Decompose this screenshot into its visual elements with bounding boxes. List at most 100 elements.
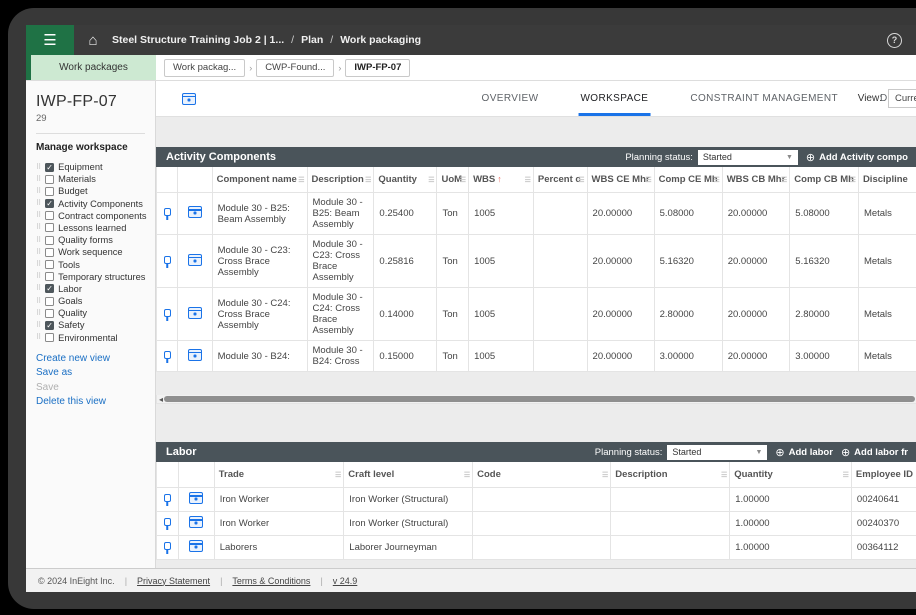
drag-handle-icon[interactable]: ⠿ [36,322,41,329]
checkbox[interactable] [45,211,54,220]
filter-icon[interactable]: ☰ [578,176,584,184]
labor-row[interactable]: Iron Worker Iron Worker (Structural) 1.0… [157,488,916,512]
terms-conditions-link[interactable]: Terms & Conditions [232,576,310,586]
pin-icon[interactable] [164,351,171,359]
filter-icon[interactable]: ☰ [298,176,304,184]
checkbox[interactable] [45,297,54,306]
filter-icon[interactable]: ☰ [464,471,470,479]
checkbox[interactable] [45,223,54,232]
save-as-link[interactable]: Save as [36,367,155,378]
col-percent-complete[interactable]: Percent c☰ [533,167,587,193]
sidebar-item-work-sequence[interactable]: ⠿Work sequence [36,247,155,257]
checkbox[interactable] [45,199,54,208]
pin-icon[interactable] [164,208,171,216]
calendar-add-icon[interactable] [188,307,202,319]
checkbox[interactable] [45,309,54,318]
drag-handle-icon[interactable]: ⠿ [36,310,41,317]
sidebar-item-labor[interactable]: ⠿Labor [36,284,155,294]
col-component-name[interactable]: Component name☰ [212,167,307,193]
drag-handle-icon[interactable]: ⠿ [36,212,41,219]
sidebar-item-safety[interactable]: ⠿Safety [36,320,155,330]
calendar-add-icon[interactable] [188,349,202,361]
sidebar-item-budget[interactable]: ⠿Budget [36,186,155,196]
sidebar-item-activity-components[interactable]: ⠿Activity Components [36,199,155,209]
scroll-left-icon[interactable]: ◂ [159,395,163,404]
drag-handle-icon[interactable]: ⠿ [36,164,41,171]
drag-handle-icon[interactable]: ⠿ [36,176,41,183]
filter-icon[interactable]: ☰ [428,176,434,184]
filter-icon[interactable]: ☰ [602,471,608,479]
col-code[interactable]: Code☰ [473,462,611,488]
sidebar-item-tools[interactable]: ⠿Tools [36,260,155,270]
drag-handle-icon[interactable]: ⠿ [36,237,41,244]
scrollbar-thumb[interactable] [164,396,915,402]
crumb-chip-iwp[interactable]: IWP-FP-07 [345,59,410,77]
checkbox[interactable] [45,163,54,172]
checkbox[interactable] [45,187,54,196]
col-trade[interactable]: Trade☰ [214,462,344,488]
drag-handle-icon[interactable]: ⠿ [36,249,41,256]
activity-row[interactable]: Module 30 - B24: Module 30 - B24: Cross … [157,341,916,372]
breadcrumb-project[interactable]: Steel Structure Training Job 2 | 1... [112,34,284,46]
col-comp-cb-mhr[interactable]: Comp CB Mh☰ [790,167,859,193]
checkbox[interactable] [45,333,54,342]
tab-constraint-management[interactable]: CONSTRAINT MANAGEMENT [688,82,840,116]
col-description[interactable]: Description☰ [307,167,374,193]
help-button[interactable]: ? [887,33,902,48]
labor-row[interactable]: Laborers Laborer Journeyman 1.00000 0036… [157,536,916,560]
drag-handle-icon[interactable]: ⠿ [36,298,41,305]
pin-icon[interactable] [164,518,171,526]
sidebar-item-materials[interactable]: ⠿Materials [36,174,155,184]
calendar-icon[interactable] [182,93,196,105]
drag-handle-icon[interactable]: ⠿ [36,261,41,268]
planning-status-dropdown[interactable]: Started ▼ [667,445,767,460]
drag-handle-icon[interactable]: ⠿ [36,334,41,341]
activity-row[interactable]: Module 30 - C24: Cross Brace Assembly Mo… [157,288,916,341]
checkbox[interactable] [45,272,54,281]
filter-icon[interactable]: ☰ [335,471,341,479]
col-quantity[interactable]: Quantity☰ [730,462,852,488]
sidebar-item-contract-components[interactable]: ⠿Contract components [36,211,155,221]
calendar-add-icon[interactable] [188,254,202,266]
checkbox[interactable] [45,321,54,330]
add-activity-component-button[interactable]: ⊕ Add Activity compo [806,151,908,164]
calendar-add-icon[interactable] [189,540,203,552]
labor-row[interactable]: Iron Worker Iron Worker (Structural) 1.0… [157,512,916,536]
sidebar-item-lessons-learned[interactable]: ⠿Lessons learned [36,223,155,233]
sidebar-item-temporary-structures[interactable]: ⠿Temporary structures [36,272,155,282]
filter-icon[interactable]: ☰ [713,176,719,184]
calendar-add-icon[interactable] [189,492,203,504]
drag-handle-icon[interactable]: ⠿ [36,273,41,280]
col-wbs-cb-mhr[interactable]: WBS CB Mhr☰ [722,167,790,193]
sidebar-item-goals[interactable]: ⠿Goals [36,296,155,306]
filter-icon[interactable]: ☰ [721,471,727,479]
filter-icon[interactable]: ☰ [525,176,531,184]
col-employee-id[interactable]: Employee ID [851,462,916,488]
col-description[interactable]: Description☰ [611,462,730,488]
breadcrumb-work-packaging[interactable]: Work packaging [340,34,421,46]
checkbox[interactable] [45,260,54,269]
planning-status-dropdown[interactable]: Started ▼ [698,150,798,165]
version-link[interactable]: v 24.9 [333,576,358,586]
tab-workspace[interactable]: WORKSPACE [578,82,650,116]
add-labor-button[interactable]: ⊕ Add labor [775,446,833,459]
col-comp-ce-mhr[interactable]: Comp CE Mh☰ [654,167,722,193]
pin-icon[interactable] [164,494,171,502]
pin-icon[interactable] [164,256,171,264]
crumb-chip-cwp[interactable]: CWP-Found... [256,59,334,77]
sidebar-item-quality[interactable]: ⠿Quality [36,308,155,318]
col-discipline[interactable]: Discipline [858,167,916,193]
filter-icon[interactable]: ☰ [645,176,651,184]
checkbox[interactable] [45,175,54,184]
drag-handle-icon[interactable]: ⠿ [36,200,41,207]
filter-icon[interactable]: ☰ [365,176,371,184]
sidebar-item-equipment[interactable]: ⠿Equipment [36,162,155,172]
col-craft-level[interactable]: Craft level☰ [344,462,473,488]
filter-icon[interactable]: ☰ [843,471,849,479]
checkbox[interactable] [45,284,54,293]
horizontal-scrollbar[interactable]: ◂ [156,395,916,404]
col-wbs-ce-mhr[interactable]: WBS CE Mhr☰ [587,167,654,193]
col-uom[interactable]: UoM☰ [437,167,469,193]
checkbox[interactable] [45,248,54,257]
home-button[interactable]: ⌂ [74,25,112,55]
